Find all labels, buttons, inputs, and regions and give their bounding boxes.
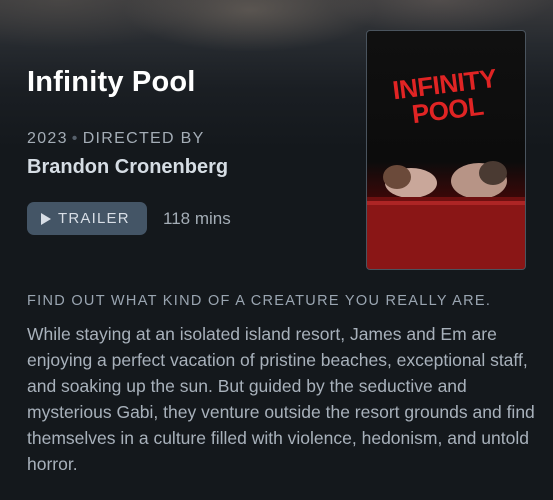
film-synopsis: While staying at an isolated island reso… (27, 324, 535, 474)
play-icon (41, 212, 51, 225)
release-year[interactable]: 2023 (27, 130, 68, 147)
trailer-button[interactable]: TRAILER (27, 202, 147, 235)
director-name[interactable]: Brandon Cronenberg (27, 156, 228, 179)
runtime: 118 mins (163, 209, 231, 228)
film-poster[interactable]: INFINITY POOL (366, 30, 526, 270)
directed-by-label: DIRECTED BY (82, 130, 205, 147)
separator-dot: • (71, 130, 79, 147)
poster-water (367, 199, 525, 269)
film-page: Infinity Pool 2023 • DIRECTED BY Brandon C… (0, 0, 553, 500)
trailer-label: TRAILER (58, 210, 130, 227)
film-tagline: FIND OUT WHAT KIND OF A CREATURE YOU REA… (27, 293, 492, 309)
poster-hair-right (479, 161, 507, 185)
film-meta: 2023 • DIRECTED BY (27, 130, 205, 148)
film-title: Infinity Pool (27, 66, 196, 98)
poster-hair-left (383, 165, 411, 189)
poster-water-edge (367, 197, 525, 201)
